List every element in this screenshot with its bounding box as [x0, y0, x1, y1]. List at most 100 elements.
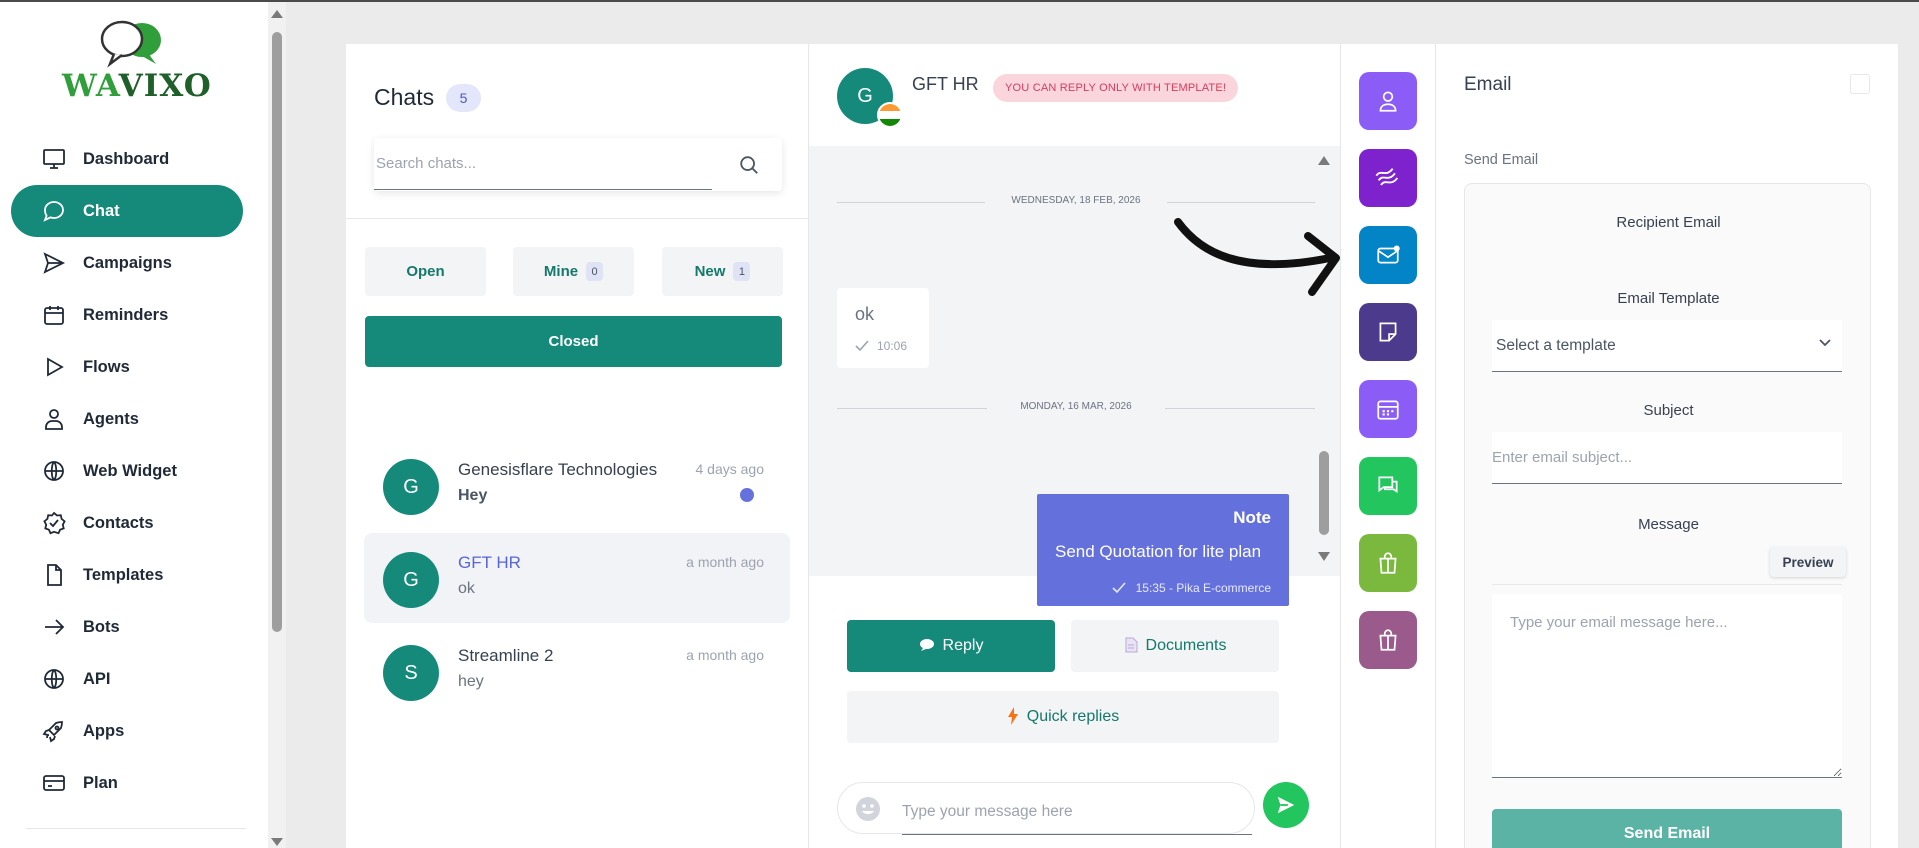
sidebar-item-label: Web Widget	[83, 461, 177, 480]
chat-list-panel: Chats 5 Open Mine0 New1 Closed G Genesis…	[346, 44, 809, 848]
speech-bubble-icon	[919, 638, 935, 655]
sidebar-item-dashboard[interactable]: Dashboard	[11, 133, 243, 185]
search-input[interactable]	[374, 138, 712, 190]
avatar: G	[383, 459, 439, 515]
calendar-icon	[41, 302, 67, 328]
filter-closed-button[interactable]: Closed	[365, 316, 782, 367]
conversation-item[interactable]: G Genesisflare Technologies Hey 4 days a…	[364, 440, 790, 530]
chat-icon	[1378, 476, 1398, 494]
email-panel-title: Email	[1464, 74, 1512, 95]
sidebar-item-label: Dashboard	[83, 149, 170, 168]
play-icon	[41, 354, 67, 380]
sidebar-item-label: Chat	[83, 201, 120, 220]
shopping-bag-icon	[1379, 629, 1397, 651]
message-list[interactable]: WEDNESDAY, 18 FEB, 2026 ok 10:06 MONDAY,…	[809, 146, 1340, 606]
divider	[1492, 584, 1842, 585]
message-scrollbar[interactable]	[1313, 146, 1335, 576]
documents-button[interactable]: Documents	[1071, 620, 1279, 672]
preview-button[interactable]: Preview	[1770, 547, 1846, 577]
filter-open-button[interactable]: Open	[365, 247, 486, 296]
chat-tool[interactable]	[1359, 457, 1417, 515]
conversation-preview: Hey	[458, 487, 488, 504]
sidebar-item-api[interactable]: API	[11, 653, 243, 705]
email-panel: Email Send Email Recipient Email Email T…	[1436, 44, 1898, 848]
quick-replies-button[interactable]: Quick replies	[847, 691, 1279, 743]
conversation-item[interactable]: G GFT HR ok a month ago	[364, 533, 790, 623]
subject-label: Subject	[1643, 402, 1694, 419]
shopify-tool[interactable]	[1359, 534, 1417, 592]
sidebar-item-label: Contacts	[83, 513, 154, 532]
search-icon[interactable]	[736, 152, 762, 178]
sidebar: WAVIXO Dashboard Chat Campaigns Reminder…	[0, 2, 268, 848]
send-email-form: Recipient Email Email Template Select a …	[1464, 183, 1871, 848]
send-email-button[interactable]: Send Email	[1492, 809, 1842, 848]
conversation-name: Genesisflare Technologies	[458, 460, 658, 479]
logo[interactable]: WAVIXO	[60, 20, 211, 104]
subject-input[interactable]	[1492, 432, 1842, 484]
scroll-up-arrow-icon[interactable]	[1318, 156, 1330, 165]
email-icon	[1377, 245, 1400, 264]
email-message-textarea[interactable]	[1492, 594, 1842, 778]
user-icon	[41, 406, 67, 432]
emoji-icon[interactable]	[854, 795, 882, 823]
filter-mine-button[interactable]: Mine 0	[513, 247, 634, 296]
conversation-item[interactable]: S Streamline 2 hey a month ago	[364, 626, 790, 716]
panel-close-button[interactable]	[1850, 74, 1870, 94]
calendar-tool[interactable]	[1359, 380, 1417, 438]
sidebar-item-campaigns[interactable]: Campaigns	[11, 237, 243, 289]
scroll-down-arrow-icon[interactable]	[1318, 552, 1330, 561]
scroll-up-arrow-icon[interactable]	[271, 10, 283, 18]
message-input[interactable]	[902, 789, 1252, 835]
send-message-button[interactable]	[1263, 782, 1309, 828]
sidebar-nav: Dashboard Chat Campaigns Reminders Flows…	[11, 133, 243, 809]
chat-panel: G GFT HR YOU CAN REPLY ONLY WITH TEMPLAT…	[809, 44, 1341, 848]
sidebar-item-flows[interactable]: Flows	[11, 341, 243, 393]
email-tool[interactable]	[1359, 226, 1417, 284]
arrow-right-icon	[41, 614, 67, 640]
reply-button[interactable]: Reply	[847, 620, 1055, 672]
sidebar-item-templates[interactable]: Templates	[11, 549, 243, 601]
scrollbar-thumb[interactable]	[272, 32, 282, 632]
sidebar-item-contacts[interactable]: Contacts	[11, 497, 243, 549]
notes-tool[interactable]	[1359, 303, 1417, 361]
main-card: Chats 5 Open Mine0 New1 Closed G Genesis…	[346, 44, 1898, 848]
scrollbar-thumb[interactable]	[1319, 451, 1329, 535]
unread-dot	[740, 488, 754, 502]
conversation-time: a month ago	[686, 554, 764, 570]
message-meta: 10:06	[855, 339, 907, 353]
globe-icon	[41, 458, 67, 484]
note-icon	[1379, 322, 1397, 342]
file-icon	[41, 562, 67, 588]
sidebar-item-plan[interactable]: Plan	[11, 757, 243, 809]
sidebar-item-label: Agents	[83, 409, 139, 428]
message-text: ok	[855, 304, 875, 324]
email-template-select[interactable]: Select a template	[1492, 320, 1842, 372]
sidebar-item-label: Bots	[83, 617, 120, 636]
sidebar-item-agents[interactable]: Agents	[11, 393, 243, 445]
sidebar-scrollbar[interactable]	[268, 2, 286, 848]
chevron-down-icon	[1819, 339, 1831, 347]
scroll-down-arrow-icon[interactable]	[271, 838, 283, 846]
logo-chat-bubbles-icon	[100, 20, 161, 68]
new-count-badge: 1	[733, 262, 751, 281]
filter-new-button[interactable]: New 1	[662, 247, 783, 296]
date-separator: MONDAY, 16 MAR, 2026	[837, 398, 1315, 418]
monitor-icon	[41, 146, 67, 172]
rocket-icon	[41, 718, 67, 744]
message-label: Message	[1638, 516, 1699, 533]
sidebar-item-apps[interactable]: Apps	[11, 705, 243, 757]
sidebar-item-web-widget[interactable]: Web Widget	[11, 445, 243, 497]
conversation-name: GFT HR	[458, 553, 521, 572]
contact-name: GFT HR	[912, 74, 979, 94]
integrations-toolbar	[1341, 44, 1436, 848]
stripe-tool[interactable]	[1359, 149, 1417, 207]
mine-count-badge: 0	[586, 262, 604, 281]
sidebar-item-label: Apps	[83, 721, 125, 740]
annotation-arrow-icon	[1174, 218, 1340, 296]
sidebar-item-reminders[interactable]: Reminders	[11, 289, 243, 341]
chat-bubble-icon	[41, 198, 67, 224]
woocommerce-tool[interactable]	[1359, 611, 1417, 669]
sidebar-item-chat[interactable]: Chat	[11, 185, 243, 237]
sidebar-item-bots[interactable]: Bots	[11, 601, 243, 653]
contact-profile-tool[interactable]	[1359, 72, 1417, 130]
